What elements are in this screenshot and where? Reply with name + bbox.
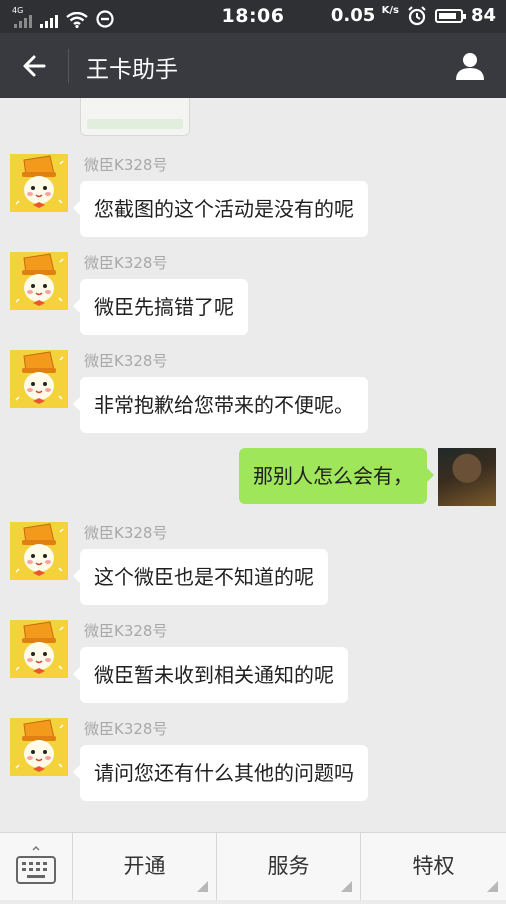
keyboard-toggle-button[interactable] [0, 833, 73, 900]
image-message-thumbnail[interactable] [80, 98, 190, 136]
my-avatar[interactable] [438, 448, 496, 506]
bot-mascot-icon [10, 522, 68, 580]
status-bar: 4G 18:06 0.05 K/s 84 [0, 0, 506, 33]
message-bubble[interactable]: 微臣暂未收到相关通知的呢 [73, 647, 348, 703]
submenu-indicator-icon [197, 881, 208, 892]
message-bubble[interactable]: 这个微臣也是不知道的呢 [73, 549, 328, 605]
sender-name: 微臣K328号 [84, 156, 168, 174]
bot-mascot-icon [10, 252, 68, 310]
bot-avatar[interactable] [10, 350, 68, 408]
message-bubble[interactable]: 您截图的这个活动是没有的呢 [73, 181, 368, 237]
bot-mascot-icon [10, 154, 68, 212]
my-message-bubble[interactable]: 那别人怎么会有， [239, 448, 434, 504]
header-divider [68, 49, 69, 83]
menu-tequan[interactable]: 特权 [361, 833, 506, 900]
bot-avatar[interactable] [10, 522, 68, 580]
bot-mascot-icon [10, 620, 68, 678]
menu-label: 开通 [123, 854, 166, 878]
chat-header: 王卡助手 [0, 33, 506, 98]
bot-avatar[interactable] [10, 154, 68, 212]
battery-icon [434, 8, 466, 23]
menu-kaitong[interactable]: 开通 [73, 833, 217, 900]
menu-label: 特权 [412, 854, 455, 878]
sender-name: 微臣K328号 [84, 720, 168, 738]
menu-fuwu[interactable]: 服务 [217, 833, 361, 900]
keyboard-icon [16, 845, 56, 884]
sender-name: 微臣K328号 [84, 352, 168, 370]
submenu-indicator-icon [341, 881, 352, 892]
message-bubble[interactable]: 微臣先搞错了呢 [73, 279, 248, 335]
menu-label: 服务 [267, 854, 310, 878]
back-button[interactable] [18, 49, 52, 83]
network-speed: 0.05 K/s [330, 5, 399, 26]
person-icon [456, 53, 484, 80]
alarm-icon [408, 5, 426, 25]
message-bubble[interactable]: 非常抱歉给您带来的不便呢。 [73, 377, 368, 433]
bot-avatar[interactable] [10, 620, 68, 678]
chat-area[interactable]: 微臣K328号 您截图的这个活动是没有的呢 微臣K328号 微臣先搞错了呢 微臣… [0, 98, 506, 832]
bot-avatar[interactable] [10, 718, 68, 776]
bottom-menu: 开通 服务 特权 [0, 832, 506, 900]
submenu-indicator-icon [487, 881, 498, 892]
profile-button[interactable] [452, 48, 488, 84]
sender-name: 微臣K328号 [84, 524, 168, 542]
arrow-left-icon [23, 55, 46, 77]
bot-mascot-icon [10, 718, 68, 776]
message-bubble[interactable]: 请问您还有什么其他的问题吗 [73, 745, 368, 801]
bot-mascot-icon [10, 350, 68, 408]
battery-level: 84 [470, 5, 496, 26]
sender-name: 微臣K328号 [84, 622, 168, 640]
sender-name: 微臣K328号 [84, 254, 168, 272]
bot-avatar[interactable] [10, 252, 68, 310]
page-title: 王卡助手 [86, 57, 178, 83]
